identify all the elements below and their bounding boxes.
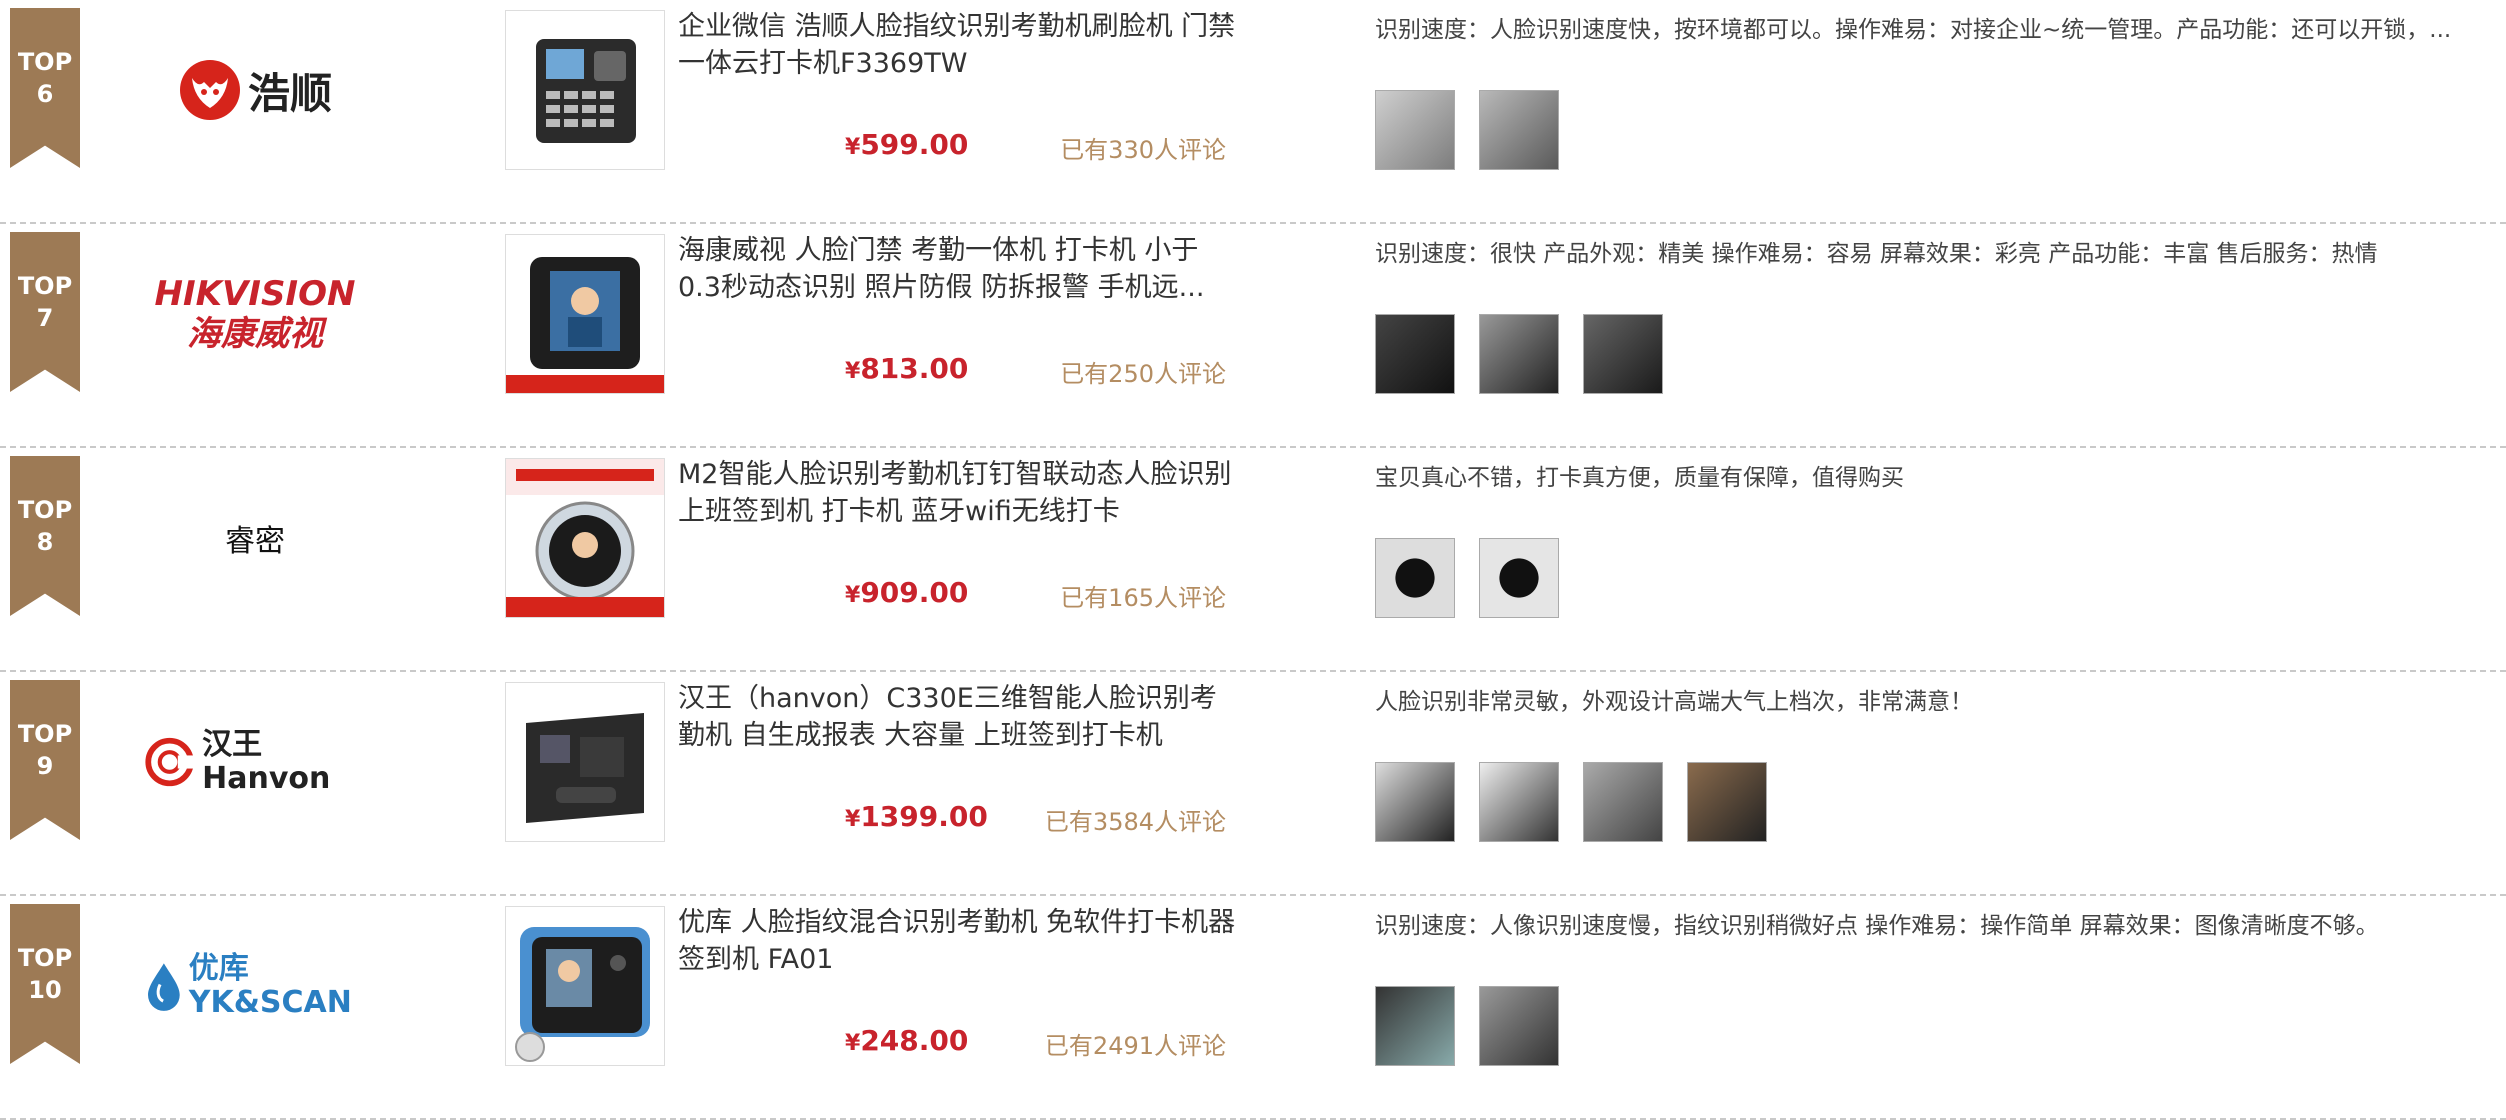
review-photo[interactable] bbox=[1479, 314, 1559, 394]
ranking-row: TOP 7 HIKVISION 海康威视 海康威视 人脸门禁 考勤一体机 打卡机… bbox=[0, 224, 2506, 448]
review-text: 宝贝真心不错，打卡真方便，质量有保障，值得购买 bbox=[1375, 465, 1904, 491]
brand-logo-ruimi[interactable]: 睿密 bbox=[145, 488, 365, 588]
review-photo[interactable] bbox=[1375, 90, 1455, 170]
product-thumbnail[interactable] bbox=[505, 234, 665, 394]
review-count[interactable]: 已有3584人评论 bbox=[1045, 802, 1226, 837]
product-title[interactable]: 优库 人脸指纹混合识别考勤机 免软件打卡机器签到机 FA01 bbox=[678, 904, 1238, 978]
review-count[interactable]: 已有250人评论 bbox=[1060, 354, 1226, 389]
brand-logo-yoku[interactable]: 优库 YK&SCAN bbox=[145, 936, 365, 1036]
brand-logo-haoshun[interactable]: 浩顺 bbox=[145, 40, 365, 140]
ranking-list: TOP 6 浩顺 企业微信 浩顺人脸指纹识别考勤机刷脸机 门禁一体云打卡机F33… bbox=[0, 0, 2506, 1120]
review-photos bbox=[1375, 538, 1559, 618]
ranking-row: TOP 8 睿密 M2智能人脸识别考勤机钉钉智联动态人脸识别 上班签到机 打卡机… bbox=[0, 448, 2506, 672]
rank-ribbon: TOP 6 bbox=[10, 8, 80, 168]
product-thumbnail[interactable] bbox=[505, 10, 665, 170]
review-photo[interactable] bbox=[1375, 762, 1455, 842]
rank-ribbon: TOP 8 bbox=[10, 456, 80, 616]
review-photos bbox=[1375, 314, 1663, 394]
review-photo[interactable] bbox=[1479, 538, 1559, 618]
review-count[interactable]: 已有2491人评论 bbox=[1045, 1026, 1226, 1061]
review-count[interactable]: 已有330人评论 bbox=[1060, 130, 1226, 165]
attendance-device-image bbox=[506, 11, 664, 169]
ranking-row: TOP 6 浩顺 企业微信 浩顺人脸指纹识别考勤机刷脸机 门禁一体云打卡机F33… bbox=[0, 0, 2506, 224]
review-photo[interactable] bbox=[1479, 762, 1559, 842]
review-photo[interactable] bbox=[1583, 314, 1663, 394]
rank-ribbon: TOP 7 bbox=[10, 232, 80, 392]
review-text: 识别速度：很快 产品外观：精美 操作难易：容易 屏幕效果：彩亮 产品功能：丰富 … bbox=[1375, 241, 2378, 267]
round-face-terminal-image bbox=[506, 459, 664, 617]
review-photo[interactable] bbox=[1583, 762, 1663, 842]
brand-logo-hikvision[interactable]: HIKVISION 海康威视 bbox=[145, 264, 365, 364]
brand-logo-hanvon[interactable]: 汉王 Hanvon bbox=[145, 712, 365, 812]
review-text: 识别速度：人像识别速度慢，指纹识别稍微好点 操作难易：操作简单 屏幕效果：图像清… bbox=[1375, 913, 2379, 939]
brand-name: 汉王 Hanvon bbox=[202, 727, 331, 796]
product-price: ¥909.00 bbox=[845, 576, 969, 609]
brand-name: 浩顺 bbox=[247, 68, 332, 118]
product-title[interactable]: 汉王（hanvon）C330E三维智能人脸识别考勤机 自生成报表 大容量 上班签… bbox=[678, 680, 1238, 754]
bull-icon bbox=[179, 60, 240, 120]
review-photo[interactable] bbox=[1687, 762, 1767, 842]
review-photo[interactable] bbox=[1375, 986, 1455, 1066]
brand-name: 睿密 bbox=[225, 524, 285, 559]
product-price: ¥1399.00 bbox=[845, 800, 988, 833]
review-photo[interactable] bbox=[1375, 314, 1455, 394]
product-title[interactable]: M2智能人脸识别考勤机钉钉智联动态人脸识别 上班签到机 打卡机 蓝牙wifi无线… bbox=[678, 456, 1238, 530]
brand-name: HIKVISION 海康威视 bbox=[154, 274, 356, 354]
hanvon-c-icon bbox=[145, 737, 195, 787]
product-price: ¥248.00 bbox=[845, 1024, 969, 1057]
brand-name: 优库 YK&SCAN bbox=[188, 951, 352, 1020]
review-photo[interactable] bbox=[1375, 538, 1455, 618]
review-photos bbox=[1375, 762, 1767, 842]
product-price: ¥813.00 bbox=[845, 352, 969, 385]
product-title[interactable]: 海康威视 人脸门禁 考勤一体机 打卡机 小于0.3秒动态识别 照片防假 防拆报警… bbox=[678, 232, 1238, 306]
ranking-row: TOP 9 汉王 Hanvon 汉王（hanvon）C330E三维智能人脸识别考… bbox=[0, 672, 2506, 896]
review-text: 人脸识别非常灵敏，外观设计高端大气上档次，非常满意！ bbox=[1375, 689, 1973, 715]
review-photos bbox=[1375, 90, 1559, 170]
rank-ribbon: TOP 9 bbox=[10, 680, 80, 840]
product-thumbnail[interactable] bbox=[505, 458, 665, 618]
product-title[interactable]: 企业微信 浩顺人脸指纹识别考勤机刷脸机 门禁一体云打卡机F3369TW bbox=[678, 8, 1238, 82]
review-photos bbox=[1375, 986, 1559, 1066]
product-thumbnail[interactable] bbox=[505, 906, 665, 1066]
review-photo[interactable] bbox=[1479, 90, 1559, 170]
face-terminal-image bbox=[506, 235, 664, 393]
review-text: 识别速度：人脸识别速度快，按环境都可以。操作难易：对接企业~统一管理。产品功能：… bbox=[1375, 17, 2452, 43]
product-thumbnail[interactable] bbox=[505, 682, 665, 842]
rank-ribbon: TOP 10 bbox=[10, 904, 80, 1064]
ranking-row: TOP 10 优库 YK&SCAN 优库 人脸指纹混合识别考勤机 免软件打卡机器… bbox=[0, 896, 2506, 1120]
water-drop-icon bbox=[148, 963, 180, 1011]
product-price: ¥599.00 bbox=[845, 128, 969, 161]
review-count[interactable]: 已有165人评论 bbox=[1060, 578, 1226, 613]
yoku-device-image bbox=[506, 907, 664, 1065]
hanvon-device-image bbox=[506, 683, 664, 841]
review-photo[interactable] bbox=[1479, 986, 1559, 1066]
